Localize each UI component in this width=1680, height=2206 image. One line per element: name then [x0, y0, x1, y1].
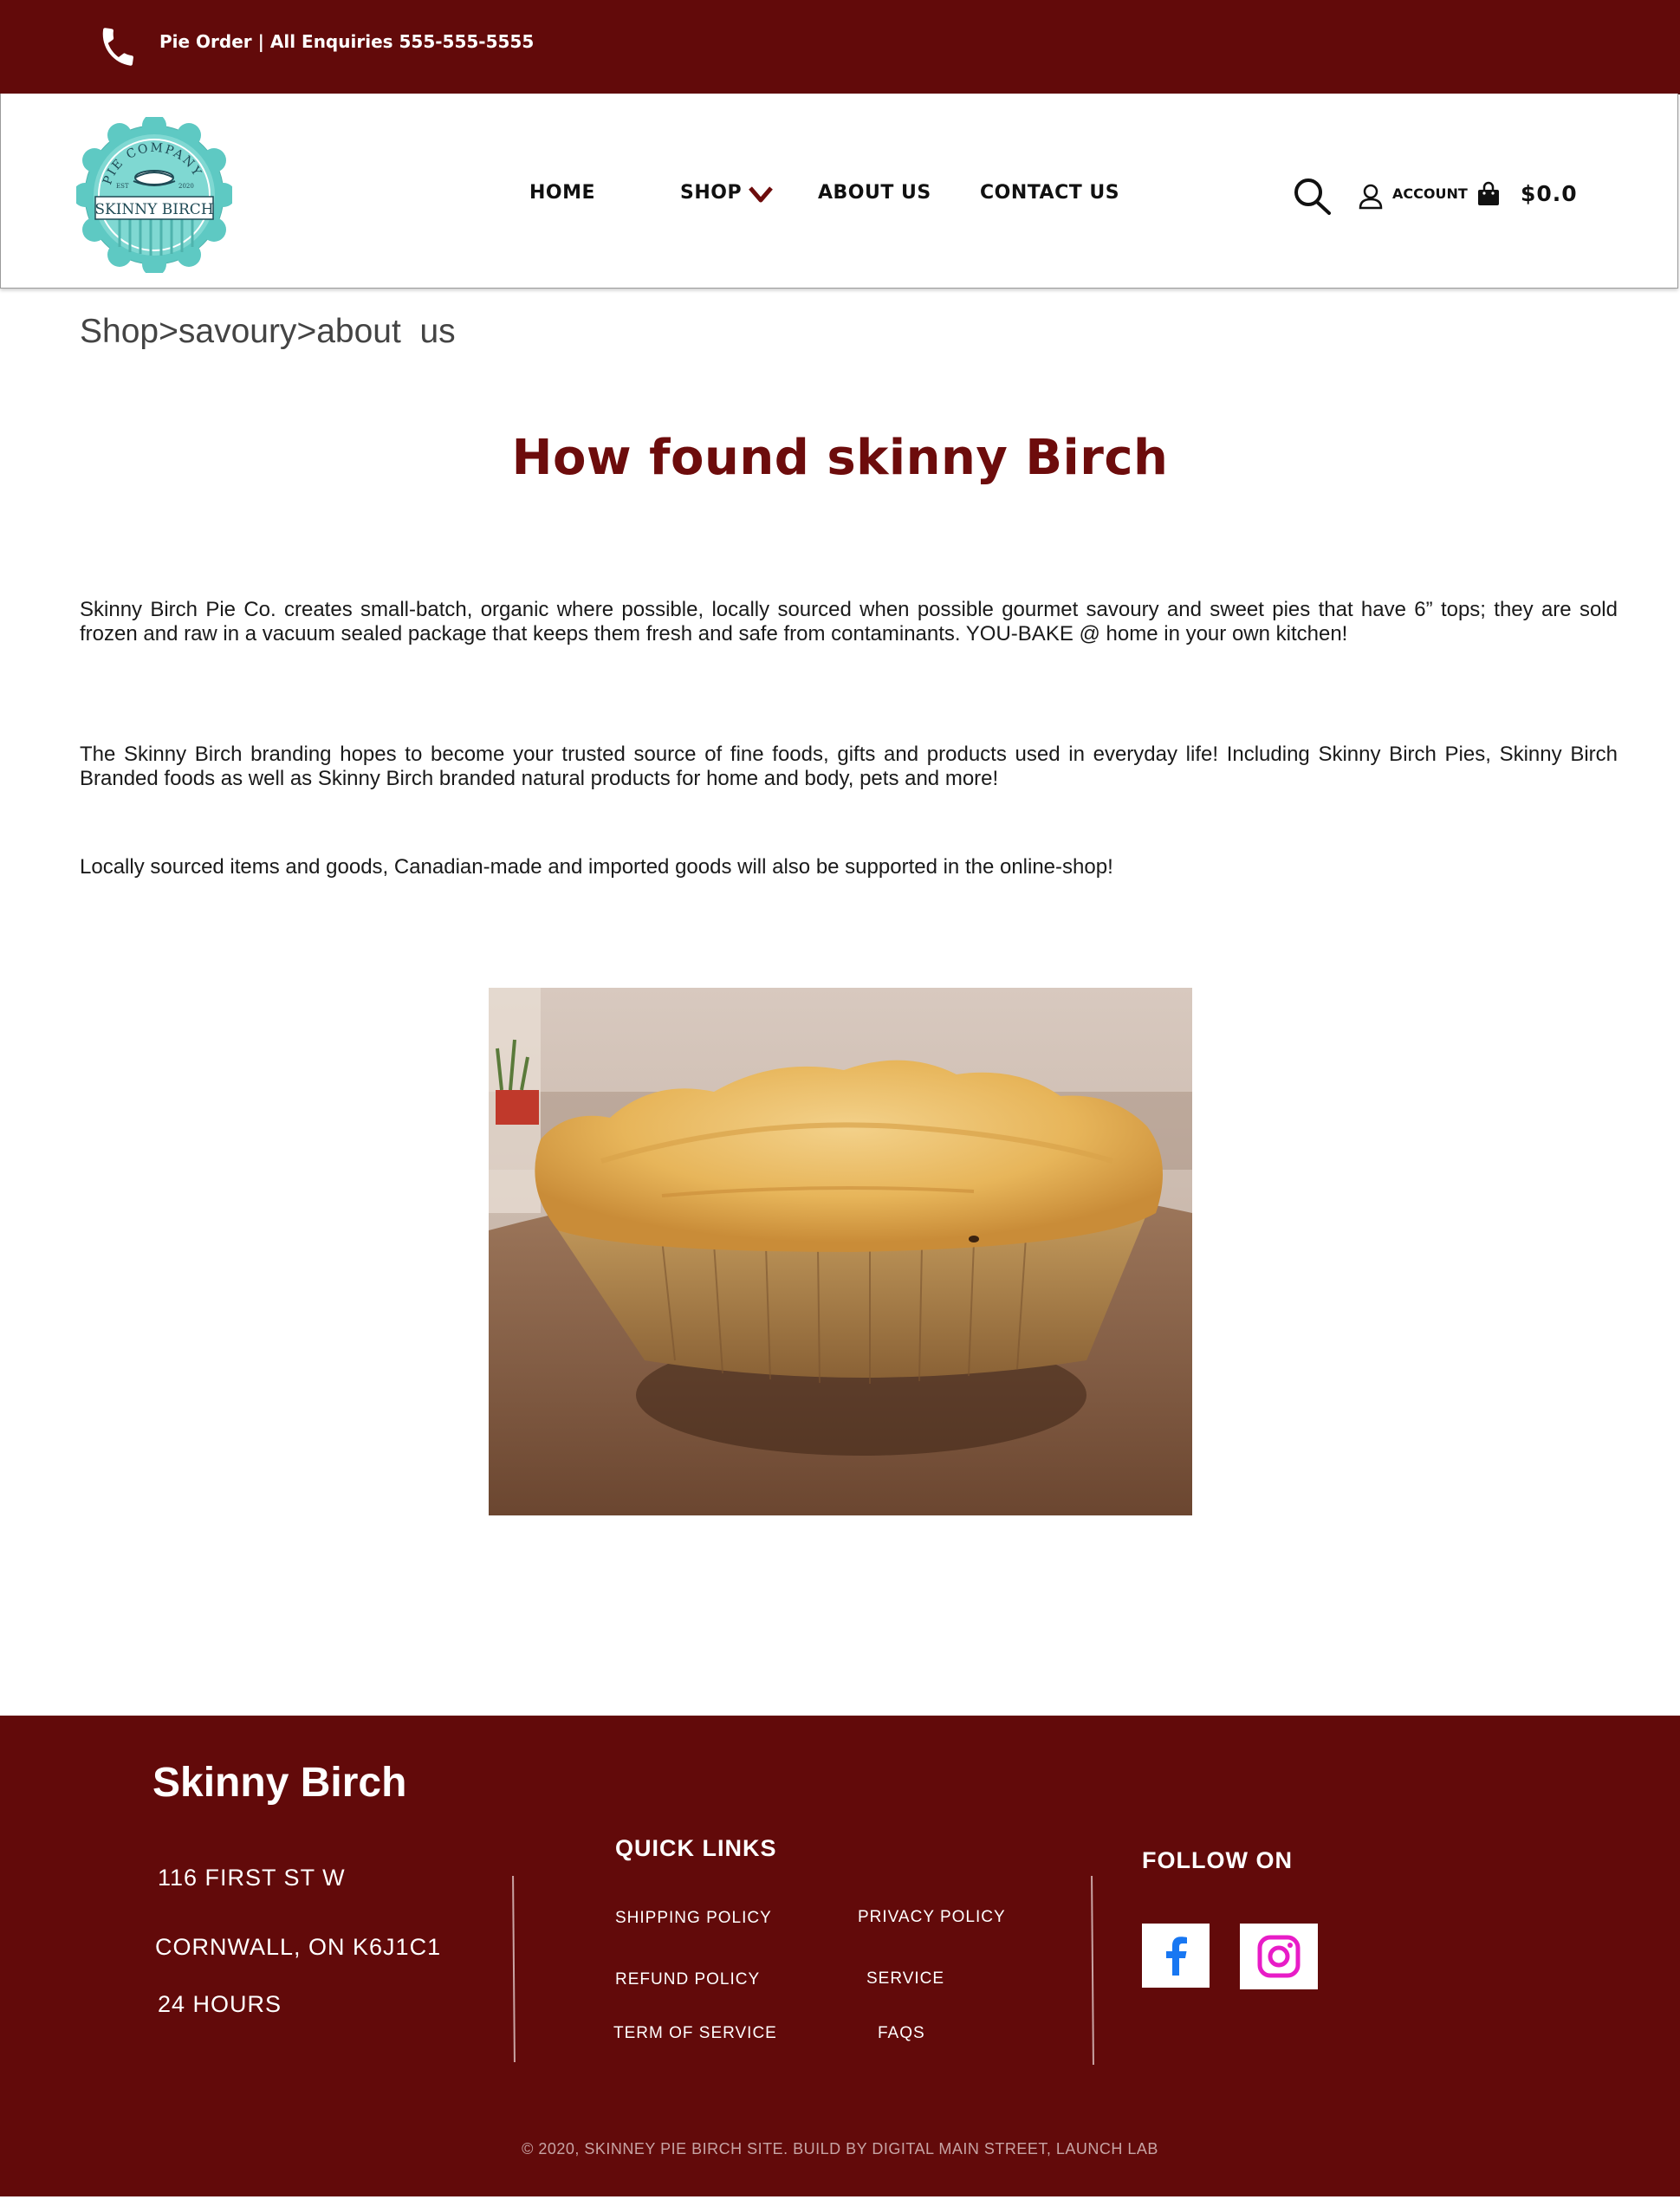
sourcing-paragraph: Locally sourced items and goods, Canadia… — [80, 855, 1113, 879]
copyright-text: © 2020, SKINNEY PIE BIRCH SITE. BUILD BY… — [522, 2140, 1158, 2157]
instagram-icon[interactable] — [1240, 1924, 1318, 1989]
nav-contact-us[interactable]: CONTACT US — [980, 182, 1119, 204]
privacy-policy-link[interactable]: PRIVACY POLICY — [858, 1908, 1006, 1927]
page-title: How found skinny Birch — [511, 430, 1169, 486]
nav-about-us[interactable]: ABOUT US — [818, 182, 931, 204]
footer-address-line1: 116 FIRST ST W — [158, 1865, 346, 1891]
cart-total[interactable]: $0.0 — [1521, 181, 1578, 206]
branding-paragraph: The Skinny Birch branding hopes to becom… — [80, 743, 1618, 790]
nav-home[interactable]: HOME — [529, 182, 595, 204]
faqs-link[interactable]: FAQS — [878, 2024, 925, 2043]
chevron-down-icon[interactable] — [748, 184, 774, 204]
search-icon[interactable] — [1293, 177, 1333, 217]
account-link[interactable]: ACCOUNT — [1392, 185, 1468, 202]
shipping-policy-link[interactable]: SHIPPING POLICY — [615, 1909, 772, 1928]
logo-year: 2020 — [178, 183, 194, 190]
footer-hours: 24 HOURS — [158, 1991, 282, 2017]
breadcrumb-separator: > — [296, 313, 317, 350]
service-link[interactable]: SERVICE — [866, 1969, 944, 1989]
breadcrumb-about-us: about us — [316, 313, 456, 350]
terms-of-service-link[interactable]: TERM OF SERVICE — [613, 2024, 777, 2043]
logo-name: SKINNY BIRCH — [94, 201, 213, 218]
skinny-birch-logo[interactable]: PIE COMPANY EST 2020 SKINNY BIRCH — [76, 117, 232, 273]
refund-policy-link[interactable]: REFUND POLICY — [615, 1970, 760, 1989]
phone-icon — [102, 28, 133, 66]
follow-on-title: FOLLOW ON — [1142, 1847, 1293, 1873]
pie-photo — [489, 988, 1192, 1515]
breadcrumb-savoury[interactable]: savoury — [178, 313, 297, 350]
breadcrumb: Shop>savoury>about us — [80, 313, 456, 351]
footer-brand: Skinny Birch — [152, 1760, 407, 1806]
facebook-icon[interactable] — [1142, 1924, 1210, 1988]
nav-shop[interactable]: SHOP — [680, 182, 742, 204]
shopping-bag-icon[interactable] — [1476, 181, 1502, 207]
breadcrumb-separator: > — [159, 313, 178, 350]
account-icon[interactable] — [1357, 182, 1385, 210]
breadcrumb-shop[interactable]: Shop — [80, 313, 159, 350]
footer-address-line2: CORNWALL, ON K6J1C1 — [155, 1934, 442, 1960]
contact-phone-text: Pie Order | All Enquiries 555-555-5555 — [159, 31, 535, 52]
logo-est: EST — [116, 183, 129, 190]
quick-links-title: QUICK LINKS — [615, 1835, 777, 1861]
intro-paragraph: Skinny Birch Pie Co. creates small-batch… — [80, 598, 1618, 646]
